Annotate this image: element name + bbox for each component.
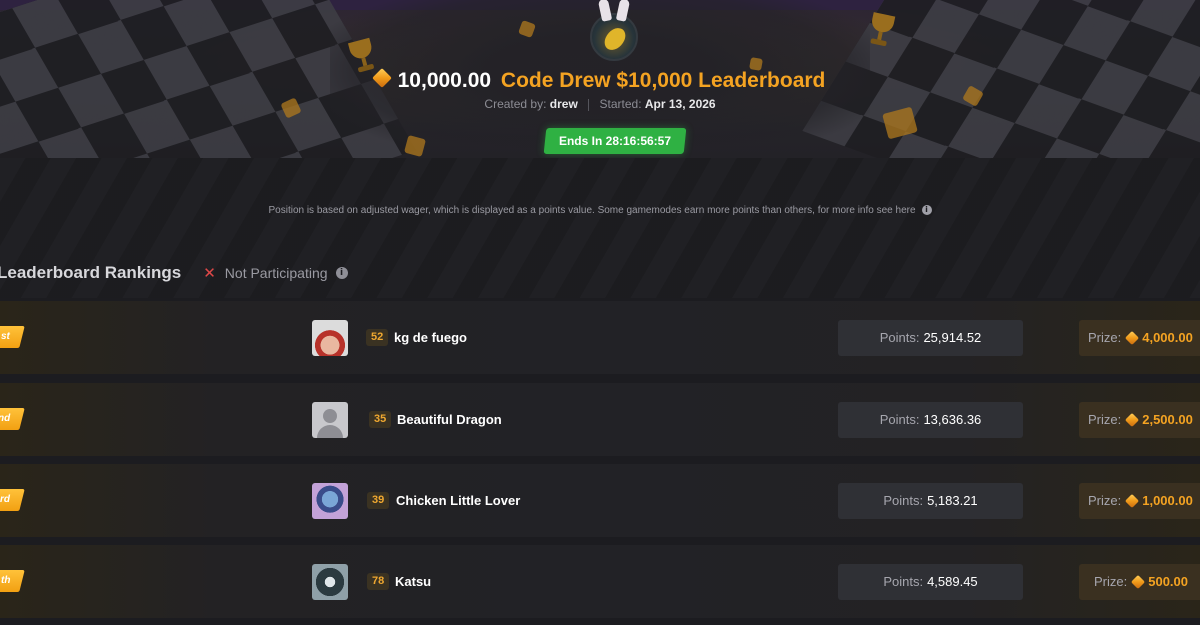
leaderboard-row: nd 35 Beautiful Dragon Points: 13,636.36 … bbox=[0, 383, 1200, 456]
gem-icon bbox=[1131, 574, 1146, 589]
points-box: Points: 25,914.52 bbox=[838, 320, 1023, 356]
prize-box: Prize: 4,000.00 bbox=[1079, 320, 1200, 356]
gem-icon bbox=[1125, 330, 1140, 345]
avatar[interactable] bbox=[312, 564, 348, 600]
started-date: Apr 13, 2026 bbox=[644, 97, 716, 111]
info-icon[interactable]: i bbox=[335, 267, 348, 279]
leaderboard-meta: Created by: drew Started: Apr 13, 2026 bbox=[0, 97, 1200, 111]
level-badge: 78 bbox=[367, 573, 390, 590]
avatar[interactable] bbox=[312, 320, 348, 356]
prize-box: Prize: 500.00 bbox=[1079, 564, 1200, 600]
points-box: Points: 5,183.21 bbox=[838, 483, 1023, 519]
created-by-label: Created by: bbox=[484, 97, 547, 111]
position-info: Position is based on adjusted wager, whi… bbox=[0, 205, 1200, 216]
level-badge: 35 bbox=[369, 411, 392, 428]
leaderboard-row: rd 39 Chicken Little Lover Points: 5,183.… bbox=[0, 464, 1200, 537]
prize-box: Prize: 1,000.00 bbox=[1079, 483, 1200, 519]
rankings-header: Leaderboard Rankings ✕ Not Participating… bbox=[0, 262, 348, 284]
participation-status: Not Participating bbox=[224, 265, 328, 281]
place-badge: st bbox=[0, 326, 25, 348]
points-value: 5,183.21 bbox=[927, 493, 978, 508]
info-icon[interactable]: i bbox=[921, 205, 932, 216]
username[interactable]: Chicken Little Lover bbox=[396, 492, 520, 509]
prize-label: Prize: bbox=[1088, 412, 1122, 427]
place-badge: th bbox=[0, 570, 25, 592]
username[interactable]: Katsu bbox=[395, 573, 431, 590]
prize-pool-amount: 10,000.00 bbox=[397, 69, 492, 92]
banana-icon bbox=[601, 24, 629, 54]
points-label: Points: bbox=[883, 493, 924, 508]
points-box: Points: 4,589.45 bbox=[838, 564, 1023, 600]
points-value: 13,636.36 bbox=[923, 412, 982, 427]
username[interactable]: kg de fuego bbox=[394, 329, 467, 346]
avatar[interactable] bbox=[312, 402, 348, 438]
avatar[interactable] bbox=[312, 483, 348, 519]
ends-in-badge: Ends In 28:16:56:57 bbox=[543, 128, 687, 154]
prize-value: 4,000.00 bbox=[1142, 330, 1193, 345]
points-label: Points: bbox=[883, 574, 924, 589]
leaderboard-name: Code Drew $10,000 Leaderboard bbox=[500, 69, 826, 92]
username[interactable]: Beautiful Dragon bbox=[397, 411, 502, 428]
rankings-title: Leaderboard Rankings bbox=[0, 263, 182, 282]
close-icon: ✕ bbox=[203, 264, 216, 282]
position-info-text: Position is based on adjusted wager, whi… bbox=[268, 205, 916, 216]
gem-icon bbox=[371, 68, 392, 89]
place-label: th bbox=[0, 575, 11, 586]
place-label: st bbox=[1, 331, 11, 342]
place-label: rd bbox=[0, 494, 11, 505]
level-badge: 39 bbox=[367, 492, 390, 509]
points-box: Points: 13,636.36 bbox=[838, 402, 1023, 438]
points-label: Points: bbox=[879, 412, 920, 427]
gem-icon bbox=[1125, 412, 1140, 427]
place-badge: nd bbox=[0, 408, 25, 430]
place-label: nd bbox=[0, 413, 11, 424]
leaderboard-title: 10,000.00 Code Drew $10,000 Leaderboard bbox=[0, 68, 1200, 93]
prize-label: Prize: bbox=[1094, 574, 1128, 589]
prize-value: 500.00 bbox=[1148, 574, 1188, 589]
creator-avatar[interactable] bbox=[590, 0, 638, 61]
started-label: Started: bbox=[599, 97, 642, 111]
leaderboard-row: th 78 Katsu Points: 4,589.45 Prize: 500.00 bbox=[0, 545, 1200, 618]
points-value: 25,914.52 bbox=[923, 330, 982, 345]
leaderboard-row: st 52 kg de fuego Points: 25,914.52 Prize… bbox=[0, 301, 1200, 374]
prize-label: Prize: bbox=[1088, 493, 1122, 508]
place-badge: rd bbox=[0, 489, 25, 511]
creator-name[interactable]: drew bbox=[550, 97, 578, 111]
prize-box: Prize: 2,500.00 bbox=[1079, 402, 1200, 438]
leaderboard-banner: 10,000.00 Code Drew $10,000 Leaderboard … bbox=[0, 0, 1200, 158]
ends-in-countdown: Ends In 28:16:56:57 bbox=[558, 134, 672, 148]
meta-divider bbox=[588, 98, 590, 111]
prize-label: Prize: bbox=[1088, 330, 1122, 345]
level-badge: 52 bbox=[366, 329, 389, 346]
prize-value: 2,500.00 bbox=[1142, 412, 1193, 427]
prize-value: 1,000.00 bbox=[1142, 493, 1193, 508]
points-label: Points: bbox=[879, 330, 920, 345]
points-value: 4,589.45 bbox=[927, 574, 978, 589]
default-avatar-icon bbox=[323, 409, 337, 423]
gem-icon bbox=[1125, 493, 1140, 508]
